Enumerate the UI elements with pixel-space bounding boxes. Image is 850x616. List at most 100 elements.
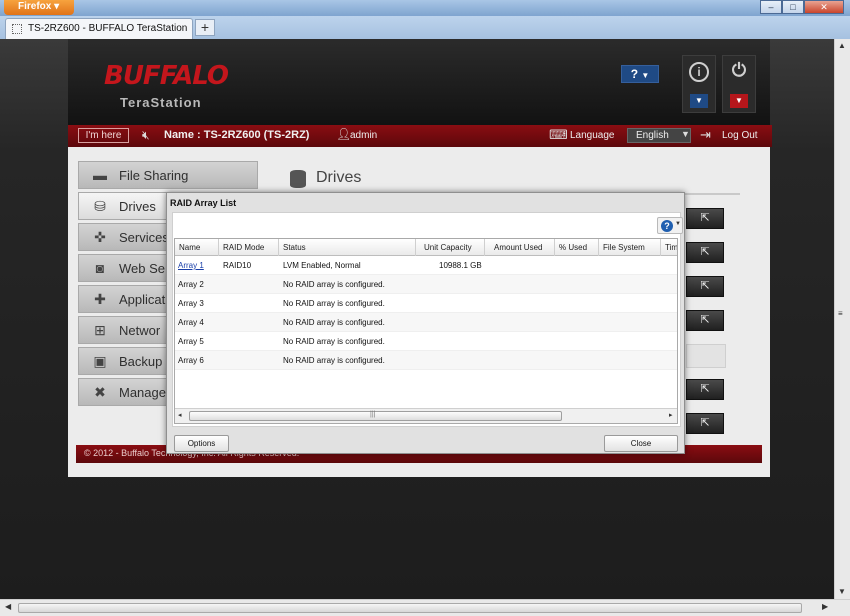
product-name: TeraStation bbox=[120, 95, 202, 110]
help-dropdown[interactable]: ? ▼ bbox=[621, 65, 659, 83]
column-header-time[interactable]: Time bbox=[661, 239, 677, 256]
minimize-button[interactable]: – bbox=[760, 0, 782, 14]
drive-icon: ⛁ bbox=[94, 198, 106, 214]
app-header: BUFFALO TeraStation ? ▼ i ▼ ⏻ ▼ bbox=[68, 39, 770, 125]
external-link-icon: ⇱ bbox=[700, 417, 710, 429]
array-name-cell: Array 2 bbox=[178, 280, 204, 289]
column-header-unit-capacity[interactable]: Unit Capacity bbox=[416, 239, 485, 256]
sidebar-item-file-sharing[interactable]: ▬ File Sharing bbox=[78, 161, 258, 189]
sidebar-item-label: Web Se bbox=[119, 261, 166, 276]
tools-icon: ✖ bbox=[94, 384, 106, 400]
web-services-icon: ◙ bbox=[95, 260, 105, 276]
page-horizontal-scrollbar[interactable]: ◀ ▶ bbox=[0, 599, 850, 616]
chevron-down-icon[interactable]: ▼ bbox=[681, 129, 690, 139]
window-controls: – □ ✕ bbox=[760, 0, 844, 14]
maximize-button[interactable]: □ bbox=[782, 0, 804, 14]
scroll-right-icon[interactable]: ▶ bbox=[822, 602, 828, 611]
logout-icon[interactable]: ⇥ bbox=[700, 127, 711, 143]
user-icon: 👤︎ bbox=[336, 127, 352, 141]
open-settings-button-4[interactable]: ⇱ bbox=[686, 310, 724, 331]
info-box: i ▼ bbox=[682, 55, 716, 113]
status-cell: No RAID array is configured. bbox=[283, 280, 385, 289]
settings-placeholder bbox=[686, 344, 726, 368]
dialog-title: RAID Array List bbox=[170, 198, 237, 208]
backup-icon: ▣ bbox=[93, 353, 107, 369]
grip-icon: ||| bbox=[370, 411, 376, 418]
open-settings-button-2[interactable]: ⇱ bbox=[686, 242, 724, 263]
dialog-help-button[interactable]: ? ▼ bbox=[657, 217, 683, 234]
sidebar-item-label: Drives bbox=[119, 199, 156, 214]
array-name-cell: Array 3 bbox=[178, 299, 204, 308]
grip-icon: ≡ bbox=[838, 309, 843, 318]
page-title: Drives bbox=[316, 169, 362, 186]
scroll-right-icon[interactable]: ▸ bbox=[669, 411, 673, 419]
table-row[interactable]: Array 6 No RAID array is configured. bbox=[175, 351, 677, 370]
help-icon: ? bbox=[661, 220, 673, 232]
firefox-menu-button[interactable]: Firefox ▾ bbox=[4, 0, 74, 15]
close-window-button[interactable]: ✕ bbox=[804, 0, 844, 14]
scroll-left-icon[interactable]: ◀ bbox=[5, 602, 11, 611]
options-button[interactable]: Options bbox=[174, 435, 229, 452]
scroll-down-icon[interactable]: ▼ bbox=[838, 587, 846, 596]
sidebar-item-label: Backup bbox=[119, 354, 163, 369]
table-row[interactable]: Array 3 No RAID array is configured. bbox=[175, 294, 677, 313]
open-settings-button-5[interactable]: ⇱ bbox=[686, 379, 724, 400]
array-name-cell: Array 4 bbox=[178, 318, 204, 327]
open-settings-button-1[interactable]: ⇱ bbox=[686, 208, 724, 229]
tab-favicon-icon bbox=[12, 24, 22, 34]
scrollbar-thumb[interactable]: ||| bbox=[189, 411, 562, 421]
external-link-icon: ⇱ bbox=[700, 314, 710, 326]
new-tab-button[interactable]: + bbox=[195, 19, 215, 36]
power-dropdown-button[interactable]: ▼ bbox=[730, 94, 748, 108]
services-icon: ✜ bbox=[94, 229, 106, 245]
im-here-button[interactable]: I'm here bbox=[78, 128, 129, 143]
external-link-icon: ⇱ bbox=[700, 246, 710, 258]
logout-link[interactable]: Log Out bbox=[722, 130, 758, 141]
table-header: Name RAID Mode Status Unit Capacity Amou… bbox=[175, 239, 677, 256]
table-row[interactable]: Array 2 No RAID array is configured. bbox=[175, 275, 677, 294]
scroll-left-icon[interactable]: ◂ bbox=[178, 411, 182, 419]
chevron-down-icon: ▼ bbox=[641, 71, 650, 80]
external-link-icon: ⇱ bbox=[700, 280, 710, 292]
device-name: Name : TS-2RZ600 (TS-2RZ) bbox=[164, 129, 310, 141]
status-cell: No RAID array is configured. bbox=[283, 318, 385, 327]
scroll-up-icon[interactable]: ▲ bbox=[838, 41, 846, 50]
sidebar-item-label: Applicat bbox=[119, 292, 166, 307]
sidebar-item-label: Manage bbox=[119, 385, 166, 400]
applications-icon: ✚ bbox=[94, 291, 106, 307]
power-icon[interactable]: ⏻ bbox=[729, 61, 749, 82]
column-header-file-system[interactable]: File System bbox=[599, 239, 661, 256]
status-cell: No RAID array is configured. bbox=[283, 356, 385, 365]
firefox-menu-label: Firefox bbox=[18, 1, 52, 12]
table-row[interactable]: Array 5 No RAID array is configured. bbox=[175, 332, 677, 351]
tab-bar: TS-2RZ600 - BUFFALO TeraStation + bbox=[0, 16, 850, 39]
page-vertical-scrollbar[interactable]: ▲ ≡ ▼ bbox=[834, 39, 850, 599]
username: admin bbox=[350, 130, 378, 141]
folder-icon: ▬ bbox=[93, 167, 107, 183]
table-row[interactable]: Array 4 No RAID array is configured. bbox=[175, 313, 677, 332]
table-row[interactable]: Array 1 RAID10 LVM Enabled, Normal 10988… bbox=[175, 256, 677, 275]
scrollbar-thumb[interactable] bbox=[18, 603, 802, 613]
capacity-cell: 10988.1 GB bbox=[439, 261, 482, 270]
table-horizontal-scrollbar[interactable]: ◂ ||| ▸ bbox=[175, 408, 677, 423]
column-header-amount-used[interactable]: Amount Used bbox=[485, 239, 555, 256]
column-header-status[interactable]: Status bbox=[279, 239, 416, 256]
tab-title: TS-2RZ600 - BUFFALO TeraStation bbox=[28, 23, 188, 34]
browser-tab[interactable]: TS-2RZ600 - BUFFALO TeraStation bbox=[5, 18, 193, 39]
array-name-cell: Array 5 bbox=[178, 337, 204, 346]
drives-title-icon bbox=[290, 170, 306, 188]
info-dropdown-button[interactable]: ▼ bbox=[690, 94, 708, 108]
info-icon[interactable]: i bbox=[689, 62, 709, 82]
status-cell: LVM Enabled, Normal bbox=[283, 261, 361, 270]
open-settings-button-3[interactable]: ⇱ bbox=[686, 276, 724, 297]
column-header-name[interactable]: Name bbox=[175, 239, 219, 256]
speaker-mute-icon[interactable]: 🔇︎ bbox=[142, 128, 150, 143]
column-header-percent-used[interactable]: % Used bbox=[555, 239, 599, 256]
column-header-raid-mode[interactable]: RAID Mode bbox=[219, 239, 279, 256]
sidebar-item-label: Services bbox=[119, 230, 169, 245]
close-button[interactable]: Close bbox=[604, 435, 678, 452]
raid-array-list-dialog: RAID Array List ? ▼ Name RAID Mode Statu… bbox=[166, 192, 685, 454]
array-name-link[interactable]: Array 1 bbox=[176, 256, 204, 275]
open-settings-button-6[interactable]: ⇱ bbox=[686, 413, 724, 434]
array-name-cell: Array 6 bbox=[178, 356, 204, 365]
